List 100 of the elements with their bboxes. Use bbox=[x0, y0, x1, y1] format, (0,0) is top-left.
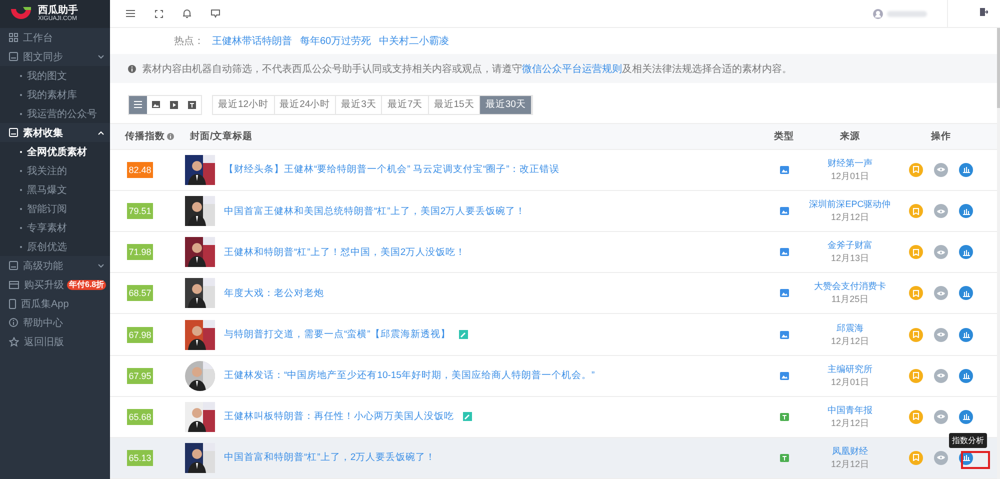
blurred-username bbox=[887, 10, 927, 16]
time-range-tab[interactable]: 最近30天 bbox=[480, 96, 532, 114]
publish-date: 12月13日 bbox=[830, 252, 870, 266]
preview-button[interactable] bbox=[934, 368, 948, 383]
analysis-button[interactable] bbox=[959, 410, 973, 424]
avatar-icon[interactable] bbox=[873, 8, 883, 18]
sidebar-subitem[interactable]: 全网优质素材 bbox=[0, 142, 110, 161]
logo-icon bbox=[10, 6, 32, 22]
eye-icon bbox=[937, 250, 945, 255]
article-title-link[interactable]: 中国首富和特朗普“杠”上了，2万人要丢饭碗了！ bbox=[224, 451, 436, 464]
sidebar-subitem[interactable]: 我的素材库 bbox=[0, 85, 110, 104]
column-header: 操作 bbox=[931, 130, 951, 144]
bar-chart-icon bbox=[962, 166, 970, 174]
analysis-button[interactable] bbox=[959, 368, 973, 383]
column-header: 来源 bbox=[840, 130, 860, 144]
eye-icon bbox=[937, 332, 945, 337]
logout-icon[interactable] bbox=[980, 8, 988, 16]
preview-button[interactable] bbox=[934, 286, 948, 300]
sidebar-item[interactable]: 图文同步 bbox=[0, 47, 110, 66]
rules-link[interactable]: 微信公众平台运营规则 bbox=[522, 64, 622, 75]
bookmark-icon bbox=[913, 248, 919, 256]
article-title-link[interactable]: 与特朗普打交道，需要一点“蛮横”【邱震海新透视】 bbox=[224, 328, 450, 341]
preview-button[interactable] bbox=[934, 410, 948, 424]
hot-topic-link[interactable]: 王健林带话特朗普 bbox=[212, 34, 292, 48]
bookmark-button[interactable] bbox=[909, 162, 923, 177]
analysis-button[interactable] bbox=[959, 328, 973, 342]
column-header: 传播指数 bbox=[125, 130, 165, 144]
hot-topic-link[interactable]: 中关村二小霸凌 bbox=[379, 34, 450, 48]
source-link[interactable]: 凤凰财经 bbox=[832, 444, 868, 458]
analysis-button[interactable] bbox=[959, 286, 973, 300]
bookmark-button[interactable] bbox=[909, 328, 923, 342]
source-link[interactable]: 大赞会支付消费卡 bbox=[814, 280, 886, 294]
score-badge: 67.98 bbox=[127, 326, 153, 342]
bookmark-button[interactable] bbox=[909, 286, 923, 300]
hot-label: 热点： bbox=[174, 34, 204, 48]
source-link[interactable]: 中国青年报 bbox=[828, 404, 872, 417]
preview-button[interactable] bbox=[934, 450, 948, 465]
sidebar-subitem[interactable]: 原创优选 bbox=[0, 237, 110, 256]
sidebar-subitem[interactable]: 我关注的 bbox=[0, 161, 110, 180]
bell-icon[interactable] bbox=[183, 9, 191, 18]
bookmark-button[interactable] bbox=[909, 450, 923, 465]
sidebar-subitem[interactable]: 专享素材 bbox=[0, 218, 110, 237]
analysis-button[interactable] bbox=[959, 245, 973, 260]
sidebar-item[interactable]: 帮助中心 bbox=[0, 313, 110, 332]
bookmark-icon bbox=[913, 208, 919, 215]
info-icon bbox=[9, 318, 18, 327]
bookmark-button[interactable] bbox=[909, 245, 923, 260]
score-badge: 65.13 bbox=[127, 450, 153, 466]
bookmark-button[interactable] bbox=[909, 204, 923, 218]
publish-date: 11月25日 bbox=[831, 293, 869, 306]
article-title-link[interactable]: 年度大戏：老公对老炮 bbox=[224, 286, 324, 300]
sidebar-subitem[interactable]: 我运营的公众号 bbox=[0, 104, 110, 123]
phone-icon bbox=[9, 298, 16, 308]
preview-button[interactable] bbox=[934, 328, 948, 342]
sidebar-item[interactable]: 素材收集 bbox=[0, 123, 110, 142]
sidebar-item[interactable]: 返回旧版 bbox=[0, 332, 110, 351]
bookmark-icon bbox=[913, 290, 919, 297]
source-link[interactable]: 邱震海 bbox=[836, 322, 864, 334]
preview-button[interactable] bbox=[934, 162, 948, 177]
eye-icon bbox=[937, 414, 945, 420]
view-mode-button[interactable] bbox=[129, 96, 147, 114]
analysis-button[interactable] bbox=[959, 162, 973, 177]
article-title-link[interactable]: 王健林发话：“中国房地产至少还有10-15年好时期，美国应给商人特朗普一个机会。” bbox=[224, 369, 595, 382]
article-title-link[interactable]: 【财经头条】王健林“要给特朗普一个机会” 马云定调支付宝“圈子”：改正错误 bbox=[224, 163, 560, 176]
bar-chart-icon bbox=[962, 208, 970, 215]
help-icon bbox=[167, 133, 174, 140]
sidebar-subitem[interactable]: 智能订阅 bbox=[0, 199, 110, 218]
sidebar-item[interactable]: 购买升级 年付6.8折 bbox=[0, 275, 110, 294]
bookmark-icon bbox=[913, 331, 919, 338]
article-title-link[interactable]: 中国首富王健林和美国总统特朗普“杠”上了，美国2万人要丢饭碗了！ bbox=[224, 204, 526, 218]
source-link[interactable]: 深圳前深EPC驱动仲 bbox=[809, 198, 891, 212]
article-title-link[interactable]: 王健林叫板特朗普：再任性！小心两万美国人没饭吃 bbox=[224, 410, 454, 424]
bookmark-button[interactable] bbox=[909, 410, 923, 424]
image-type-icon bbox=[780, 330, 788, 338]
sidebar-item[interactable]: 工作台 bbox=[0, 28, 110, 47]
sidebar-subitem[interactable]: 我的图文 bbox=[0, 66, 110, 85]
source-link[interactable]: 金斧子财富 bbox=[828, 239, 872, 252]
publish-date: 12月12日 bbox=[830, 416, 870, 430]
eye-icon bbox=[937, 373, 945, 378]
preview-button[interactable] bbox=[934, 204, 948, 218]
bar-chart-icon bbox=[962, 372, 970, 380]
source-link[interactable]: 主编研究所 bbox=[828, 362, 872, 376]
dashboard-icon bbox=[9, 33, 18, 42]
score-badge: 82.48 bbox=[127, 162, 153, 178]
analysis-button[interactable] bbox=[959, 204, 973, 218]
hot-topic-link[interactable]: 每年60万过劳死 bbox=[300, 34, 372, 48]
score-badge: 71.98 bbox=[127, 244, 153, 260]
column-header: 封面/文章标题 bbox=[189, 130, 253, 144]
chat-icon[interactable] bbox=[211, 9, 220, 18]
bar-chart-icon bbox=[962, 331, 970, 338]
source-link[interactable]: 财经第一声 bbox=[828, 156, 872, 170]
article-title-link[interactable]: 王健林和特朗普“杠”上了！怼中国，美国2万人没饭吃！ bbox=[224, 246, 466, 259]
bookmark-button[interactable] bbox=[909, 368, 923, 383]
eye-icon bbox=[937, 290, 945, 296]
menu-icon[interactable] bbox=[126, 10, 135, 17]
fullscreen-icon[interactable] bbox=[155, 10, 163, 18]
preview-button[interactable] bbox=[934, 245, 948, 260]
sidebar-item[interactable]: 高级功能 bbox=[0, 256, 110, 275]
sidebar-item[interactable]: 西瓜集App bbox=[0, 294, 110, 313]
sidebar-subitem[interactable]: 黑马爆文 bbox=[0, 180, 110, 199]
